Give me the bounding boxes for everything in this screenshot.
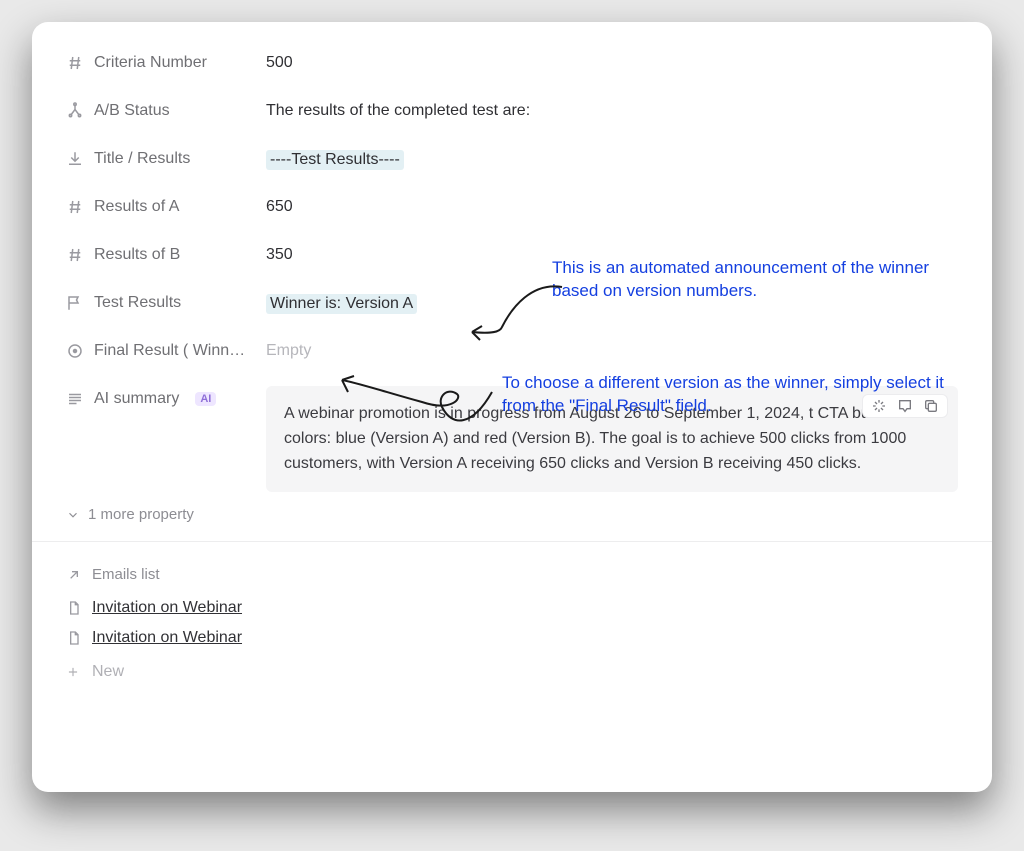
property-row-title-results[interactable]: Title / Results ----Test Results---- — [66, 146, 958, 194]
hash-icon — [66, 198, 84, 216]
hash-icon — [66, 246, 84, 264]
property-value[interactable]: 500 — [266, 50, 958, 72]
show-more-properties[interactable]: 1 more property — [66, 492, 958, 541]
section-divider — [32, 541, 992, 542]
arrow-up-right-icon — [66, 567, 82, 583]
label-text: Final Result ( Winn… — [94, 342, 245, 360]
label-text: Criteria Number — [94, 54, 207, 72]
highlighted-value: ----Test Results---- — [266, 150, 404, 170]
relation-header-emails[interactable]: Emails list — [66, 560, 958, 589]
relation-item-title: Invitation on Webinar — [92, 629, 242, 647]
page-icon — [66, 600, 82, 616]
label-text: A/B Status — [94, 102, 170, 120]
plus-icon — [66, 665, 80, 679]
relation-item[interactable]: Invitation on Webinar — [66, 593, 958, 623]
annotation-final-result: To choose a different version as the win… — [502, 372, 972, 418]
property-value[interactable]: ----Test Results---- — [266, 146, 958, 170]
page-icon — [66, 630, 82, 646]
property-row-ab-status[interactable]: A/B Status The results of the completed … — [66, 98, 958, 146]
more-text: 1 more property — [88, 506, 194, 523]
label-text: Title / Results — [94, 150, 190, 168]
property-label: A/B Status — [66, 98, 266, 120]
property-label: Results of B — [66, 242, 266, 264]
relation-title: Emails list — [92, 566, 160, 583]
winner-badge: Winner is: Version A — [266, 294, 417, 314]
label-text: Results of A — [94, 198, 179, 216]
chevron-down-icon — [66, 508, 80, 522]
hash-icon — [66, 54, 84, 72]
property-value-empty[interactable]: Empty — [266, 338, 958, 360]
label-text: AI summary — [94, 390, 179, 408]
property-label: Title / Results — [66, 146, 266, 168]
relation-item-title: Invitation on Webinar — [92, 599, 242, 617]
property-label: Criteria Number — [66, 50, 266, 72]
ai-badge: AI — [195, 392, 216, 406]
property-label: AI summary AI — [66, 386, 266, 408]
finish-flag-icon — [66, 294, 84, 312]
property-row-results-a[interactable]: Results of A 650 — [66, 194, 958, 242]
new-label: New — [92, 663, 124, 681]
property-label: Test Results — [66, 290, 266, 312]
label-text: Test Results — [94, 294, 181, 312]
property-value[interactable]: 650 — [266, 194, 958, 216]
property-label: Final Result ( Winn… — [66, 338, 266, 360]
property-label: Results of A — [66, 194, 266, 216]
property-value[interactable]: The results of the completed test are: — [266, 98, 958, 120]
annotation-winner: This is an automated announcement of the… — [552, 257, 952, 303]
label-text: Results of B — [94, 246, 180, 264]
add-relation-item[interactable]: New — [66, 653, 958, 681]
text-lines-icon — [66, 390, 84, 408]
branch-icon — [66, 102, 84, 120]
properties-panel: Criteria Number 500 A/B Status The resul… — [32, 22, 992, 691]
download-icon — [66, 150, 84, 168]
page-card: Criteria Number 500 A/B Status The resul… — [32, 22, 992, 792]
target-icon — [66, 342, 84, 360]
property-row-criteria-number[interactable]: Criteria Number 500 — [66, 50, 958, 98]
relation-item[interactable]: Invitation on Webinar — [66, 623, 958, 653]
